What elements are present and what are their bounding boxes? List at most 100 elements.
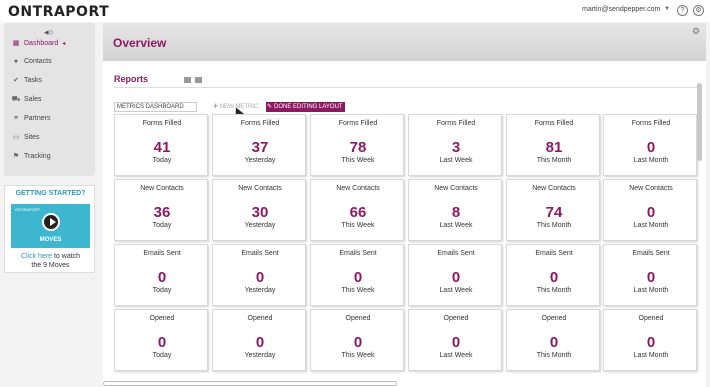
pencil-icon: ✎ bbox=[267, 104, 273, 110]
metric-value: 0 bbox=[451, 334, 461, 351]
metric-value: 0 bbox=[646, 204, 656, 221]
metric-label: Emails Sent bbox=[535, 250, 573, 257]
sidebar-item-label: Sites bbox=[24, 134, 40, 141]
promo-text-after: to watch bbox=[52, 253, 81, 260]
horizontal-scrollbar[interactable] bbox=[103, 381, 397, 386]
metric-value: 3 bbox=[451, 139, 461, 156]
metric-period: This Week bbox=[341, 352, 375, 359]
metric-label: New Contacts bbox=[238, 185, 282, 192]
metric-tile[interactable]: Opened 0 Last Month bbox=[603, 309, 697, 371]
metric-label: New Contacts bbox=[629, 185, 673, 192]
promo-text-line2: the 9 Moves bbox=[31, 262, 70, 269]
metric-tile[interactable]: Emails Sent 0 Last Month bbox=[603, 244, 697, 306]
metric-period: This Week bbox=[341, 287, 375, 294]
sidebar-item-contacts[interactable]: ● Contacts bbox=[4, 54, 95, 70]
metric-tile[interactable]: Forms Filled 37 Yesterday bbox=[212, 114, 306, 176]
metric-value: 36 bbox=[153, 204, 171, 221]
metric-period: Yesterday bbox=[244, 287, 276, 294]
promo-title: GETTING STARTED? bbox=[15, 190, 86, 197]
metric-tile[interactable]: Emails Sent 0 This Month bbox=[506, 244, 600, 306]
partners-icon: ⚭ bbox=[13, 115, 19, 122]
sidebar-item-tracking[interactable]: ⚑ Tracking bbox=[4, 149, 95, 165]
metric-value: 0 bbox=[353, 334, 363, 351]
metric-tile[interactable]: Opened 0 Last Week bbox=[408, 309, 502, 371]
metric-tile[interactable]: New Contacts 30 Yesterday bbox=[212, 179, 306, 241]
dashboard-select[interactable]: METRICS DASHBOARD bbox=[114, 102, 197, 112]
metric-period: Today bbox=[152, 222, 172, 229]
metrics-grid: Forms Filled 41 Today Forms Filled 37 Yesterd… bbox=[114, 112, 700, 377]
metric-tile[interactable]: Forms Filled 41 Today bbox=[114, 114, 208, 176]
metric-tile[interactable]: Opened 0 This Week bbox=[310, 309, 404, 371]
metric-label: Emails Sent bbox=[241, 250, 279, 257]
sidebar-item-dashboard[interactable]: ▦ Dashboard ◂ bbox=[4, 36, 95, 52]
logo[interactable]: ONTRAPORT bbox=[8, 4, 109, 20]
metric-period: Yesterday bbox=[244, 222, 276, 229]
metric-tile[interactable]: Emails Sent 0 This Week bbox=[310, 244, 404, 306]
list-view-icon[interactable] bbox=[195, 77, 202, 83]
metric-tile[interactable]: Forms Filled 78 This Week bbox=[310, 114, 404, 176]
metric-tile[interactable]: Opened 0 Today bbox=[114, 309, 208, 371]
page-title: Overview bbox=[113, 36, 167, 50]
grid-view-icon[interactable] bbox=[184, 77, 191, 83]
metric-value: 0 bbox=[353, 269, 363, 286]
metric-value: 0 bbox=[451, 269, 461, 286]
metric-label: Emails Sent bbox=[437, 250, 475, 257]
metric-value: 0 bbox=[646, 334, 656, 351]
sidebar-item-tasks[interactable]: ✔ Tasks bbox=[4, 73, 95, 89]
metric-tile[interactable]: New Contacts 36 Today bbox=[114, 179, 208, 241]
metric-tile[interactable]: New Contacts 8 Last Week bbox=[408, 179, 502, 241]
sidebar-item-label: Partners bbox=[24, 115, 51, 122]
metric-tile[interactable]: Emails Sent 0 Yesterday bbox=[212, 244, 306, 306]
metric-value: 30 bbox=[251, 204, 269, 221]
video-thumbnail[interactable]: ONTRAPORT MOVES bbox=[11, 204, 90, 248]
metric-value: 0 bbox=[646, 139, 656, 156]
promo-text: Click here to watch the 9 Moves bbox=[5, 252, 96, 270]
gear-icon[interactable]: ⚙ bbox=[692, 26, 700, 37]
metric-value: 0 bbox=[255, 269, 265, 286]
metric-value: 8 bbox=[451, 204, 461, 221]
click-here-link[interactable]: Click here bbox=[21, 253, 52, 260]
metric-label: New Contacts bbox=[434, 185, 478, 192]
metric-period: This Month bbox=[536, 222, 572, 229]
metric-value: 37 bbox=[251, 139, 269, 156]
metric-value: 41 bbox=[153, 139, 171, 156]
sidebar-item-sites[interactable]: ▭ Sites bbox=[4, 130, 95, 146]
metric-period: This Month bbox=[536, 352, 572, 359]
sidebar-item-partners[interactable]: ⚭ Partners bbox=[4, 111, 95, 127]
top-bar: ONTRAPORT martin@sendpepper.com ▼ ? ⚙ bbox=[0, 0, 710, 22]
metric-label: Forms Filled bbox=[240, 120, 280, 127]
metric-period: Last Month bbox=[633, 222, 669, 229]
metric-tile[interactable]: Opened 0 This Month bbox=[506, 309, 600, 371]
user-menu[interactable]: martin@sendpepper.com bbox=[582, 6, 660, 13]
metric-tile[interactable]: New Contacts 66 This Week bbox=[310, 179, 404, 241]
metric-tile[interactable]: New Contacts 0 Last Month bbox=[603, 179, 697, 241]
metric-tile[interactable]: Opened 0 Yesterday bbox=[212, 309, 306, 371]
metric-tile[interactable]: Forms Filled 81 This Month bbox=[506, 114, 600, 176]
metric-period: Last Month bbox=[633, 352, 669, 359]
settings-gear-icon[interactable]: ⚙ bbox=[693, 5, 704, 16]
vertical-scrollbar[interactable] bbox=[697, 83, 702, 161]
metric-tile[interactable]: Forms Filled 0 Last Month bbox=[603, 114, 697, 176]
sidebar-item-sales[interactable]: ⛟ Sales bbox=[4, 92, 95, 108]
sidebar-item-label: Contacts bbox=[24, 58, 52, 65]
metric-label: Emails Sent bbox=[632, 250, 670, 257]
chevron-down-icon[interactable]: ▼ bbox=[664, 6, 670, 12]
play-icon[interactable] bbox=[42, 213, 60, 231]
done-editing-layout-button[interactable]: ✎ DONE EDITING LAYOUT bbox=[266, 102, 345, 112]
metric-label: Forms Filled bbox=[436, 120, 476, 127]
metric-label: Opened bbox=[149, 315, 175, 322]
metric-label: Opened bbox=[638, 315, 664, 322]
metric-tile[interactable]: Forms Filled 3 Last Week bbox=[408, 114, 502, 176]
metric-label: Opened bbox=[443, 315, 469, 322]
metric-period: This Month bbox=[536, 287, 572, 294]
metric-value: 0 bbox=[549, 334, 559, 351]
metric-tile[interactable]: Emails Sent 0 Today bbox=[114, 244, 208, 306]
divider bbox=[114, 87, 699, 88]
metric-tile[interactable]: New Contacts 74 This Month bbox=[506, 179, 600, 241]
metric-value: 74 bbox=[545, 204, 563, 221]
sidebar-item-label: Tracking bbox=[24, 153, 51, 160]
help-icon[interactable]: ? bbox=[677, 5, 688, 16]
metric-label: Forms Filled bbox=[338, 120, 378, 127]
metric-tile[interactable]: Emails Sent 0 Last Week bbox=[408, 244, 502, 306]
metric-period: Yesterday bbox=[244, 352, 276, 359]
